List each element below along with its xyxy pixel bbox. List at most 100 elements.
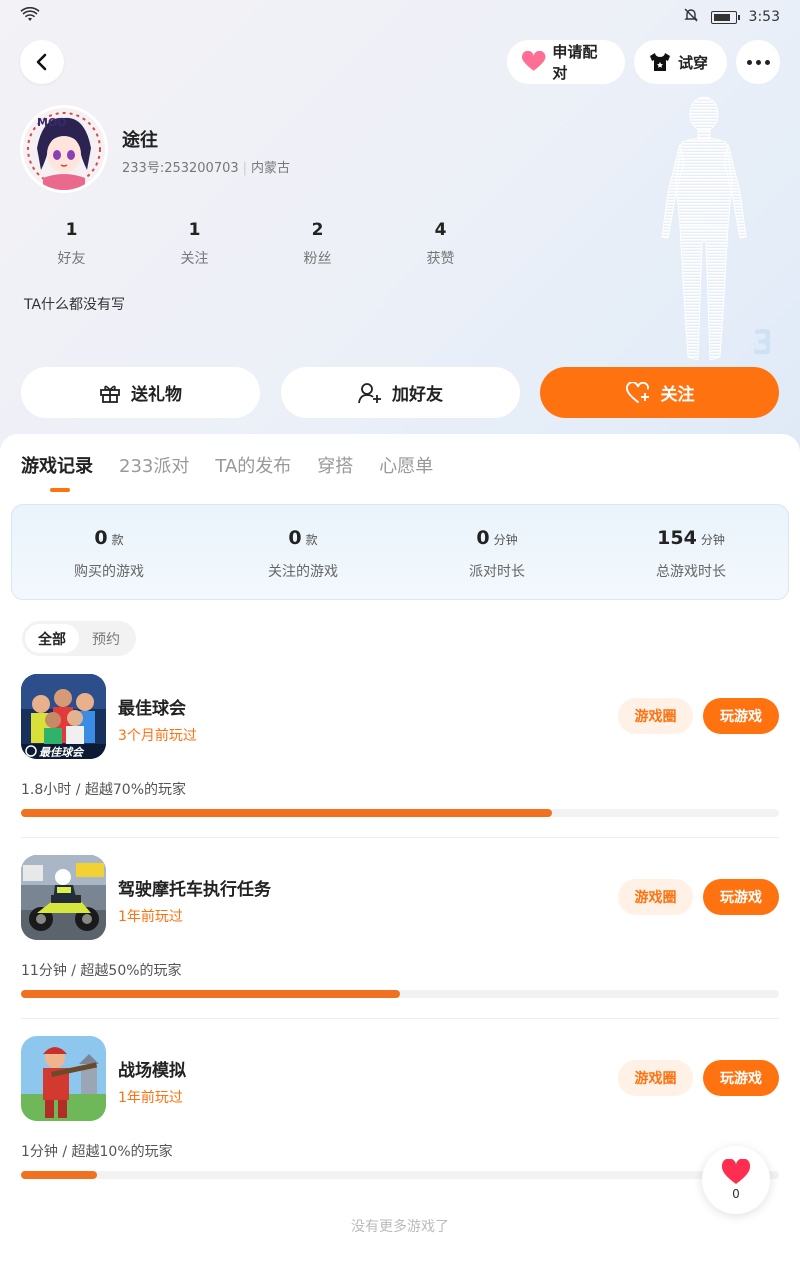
- play-game-button[interactable]: 玩游戏: [703, 698, 779, 734]
- game-item[interactable]: 最佳球会 最佳球会 3个月前玩过 游戏圈 玩游戏 1.8小时 / 超越70%的玩…: [0, 674, 800, 855]
- summary-followed-label: 关注的游戏: [268, 564, 338, 580]
- heart-icon: [521, 51, 546, 71]
- game-circle-button[interactable]: 游戏圈: [618, 698, 693, 734]
- like-count: 0: [732, 1187, 740, 1201]
- badge-233-mark: 3: [752, 323, 770, 363]
- stat-fans-label: 粉丝: [303, 251, 332, 267]
- add-friend-button[interactable]: 加好友: [281, 367, 520, 418]
- divider: [21, 837, 779, 838]
- game-playtime-stat: 1分钟 / 超越10%的玩家: [21, 1144, 173, 1160]
- stat-following[interactable]: 1 关注: [133, 220, 256, 268]
- game-progress-bar: [21, 809, 552, 817]
- play-game-button[interactable]: 玩游戏: [703, 879, 779, 915]
- summary-purchased-value: 0: [94, 527, 108, 549]
- filter-reserve[interactable]: 预约: [79, 624, 133, 653]
- more-dot-icon: [755, 59, 761, 65]
- game-last-played: 1年前玩过: [118, 909, 183, 925]
- apply-pair-button[interactable]: 申请配对: [507, 40, 625, 84]
- tab-233-party[interactable]: 233派对: [119, 452, 189, 478]
- svg-text:最佳球会: 最佳球会: [39, 746, 85, 759]
- summary-followed-value: 0: [288, 527, 302, 549]
- stat-friends[interactable]: 1 好友: [10, 220, 133, 268]
- divider: [21, 1018, 779, 1019]
- svg-text:MOO: MOO: [37, 116, 67, 129]
- tab-game-records[interactable]: 游戏记录: [21, 452, 93, 478]
- send-gift-label: 送礼物: [131, 385, 182, 405]
- game-name: 驾驶摩托车执行任务: [118, 880, 271, 900]
- tab-outfits[interactable]: 穿搭: [317, 452, 353, 478]
- game-icon-battlefield[interactable]: [21, 1036, 106, 1121]
- floating-like-button[interactable]: 0: [702, 1146, 770, 1214]
- no-more-games-text: 没有更多游戏了: [351, 1219, 449, 1235]
- try-on-button[interactable]: 试穿: [634, 40, 727, 84]
- game-item[interactable]: 驾驶摩托车执行任务 1年前玩过 游戏圈 玩游戏 11分钟 / 超越50%的玩家: [0, 855, 800, 1036]
- follow-button[interactable]: 关注: [540, 367, 779, 418]
- stat-fans-count: 2: [311, 220, 324, 240]
- wifi-icon: [20, 6, 40, 27]
- user-id-line: 233号:253200703 | 内蒙古: [122, 161, 291, 176]
- game-progress-track: [21, 1171, 779, 1179]
- game-filter: 全部 预约: [22, 621, 136, 656]
- summary-followed-unit: 款: [305, 533, 318, 547]
- user-region: 内蒙古: [251, 161, 291, 176]
- follow-label: 关注: [660, 385, 695, 405]
- chevron-left-icon: [36, 53, 47, 71]
- game-name: 战场模拟: [118, 1061, 186, 1081]
- tshirt-icon: [650, 53, 670, 71]
- game-icon-motorcycle[interactable]: [21, 855, 106, 940]
- summary-total-time: 154 分钟 总游戏时长: [594, 505, 788, 599]
- filter-all[interactable]: 全部: [25, 624, 79, 653]
- apply-pair-label: 申请配对: [552, 43, 598, 82]
- summary-followed: 0款 关注的游戏: [206, 505, 400, 599]
- add-user-icon: [358, 382, 381, 403]
- clock: 3:53: [748, 9, 780, 25]
- game-progress-bar: [21, 1171, 97, 1179]
- game-circle-button[interactable]: 游戏圈: [618, 1060, 693, 1096]
- mute-icon: [683, 7, 699, 27]
- game-progress-track: [21, 990, 779, 998]
- summary-party-unit: 分钟: [493, 533, 518, 547]
- try-on-label: 试穿: [678, 53, 709, 72]
- tab-wishlist[interactable]: 心愿单: [379, 452, 433, 478]
- stat-likes-count: 4: [434, 220, 447, 240]
- game-progress-track: [21, 809, 779, 817]
- game-icon-best-club[interactable]: 最佳球会: [21, 674, 106, 759]
- game-progress-bar: [21, 990, 400, 998]
- more-dot-icon: [764, 59, 770, 65]
- status-bar: 3:53: [0, 0, 800, 34]
- stat-friends-label: 好友: [57, 251, 86, 267]
- stat-likes[interactable]: 4 获赞: [379, 220, 502, 268]
- tab-ta-posts[interactable]: TA的发布: [215, 452, 291, 478]
- game-summary-card: 0款 购买的游戏 0款 关注的游戏 0 分钟 派对时长 154 分钟 总游戏时长: [11, 504, 789, 600]
- game-last-played: 3个月前玩过: [118, 728, 197, 744]
- summary-total-value: 154: [657, 527, 697, 549]
- stat-following-label: 关注: [180, 251, 209, 267]
- summary-party-time: 0 分钟 派对时长: [400, 505, 594, 599]
- stat-following-count: 1: [188, 220, 201, 240]
- tab-indicator: [50, 488, 70, 492]
- stat-friends-count: 1: [65, 220, 78, 240]
- summary-party-value: 0: [476, 527, 490, 549]
- game-playtime-stat: 1.8小时 / 超越70%的玩家: [21, 782, 186, 798]
- profile-stats: 1 好友 1 关注 2 粉丝 4 获赞: [10, 220, 502, 268]
- bio-text: TA什么都没有写: [24, 297, 126, 313]
- summary-total-label: 总游戏时长: [656, 564, 726, 580]
- summary-party-label: 派对时长: [469, 564, 525, 580]
- play-game-button[interactable]: 玩游戏: [703, 1060, 779, 1096]
- summary-purchased: 0款 购买的游戏: [12, 505, 206, 599]
- game-circle-button[interactable]: 游戏圈: [618, 879, 693, 915]
- content-panel: 游戏记录 233派对 TA的发布 穿搭 心愿单 0款 购买的游戏 0款 关注的游…: [0, 434, 800, 1280]
- profile-tabs: 游戏记录 233派对 TA的发布 穿搭 心愿单: [21, 452, 433, 478]
- summary-purchased-label: 购买的游戏: [74, 564, 144, 580]
- avatar-3d-figure[interactable]: 3: [640, 92, 770, 367]
- game-item[interactable]: 战场模拟 1年前玩过 游戏圈 玩游戏 1分钟 / 超越10%的玩家: [0, 1036, 800, 1217]
- user-id: 233号:253200703: [122, 161, 239, 176]
- battery-icon: [710, 10, 740, 24]
- back-button[interactable]: [20, 40, 64, 84]
- game-name: 最佳球会: [118, 699, 186, 719]
- summary-purchased-unit: 款: [111, 533, 124, 547]
- stat-fans[interactable]: 2 粉丝: [256, 220, 379, 268]
- avatar[interactable]: MOO: [20, 105, 108, 193]
- send-gift-button[interactable]: 送礼物: [21, 367, 260, 418]
- more-options-button[interactable]: [736, 40, 780, 84]
